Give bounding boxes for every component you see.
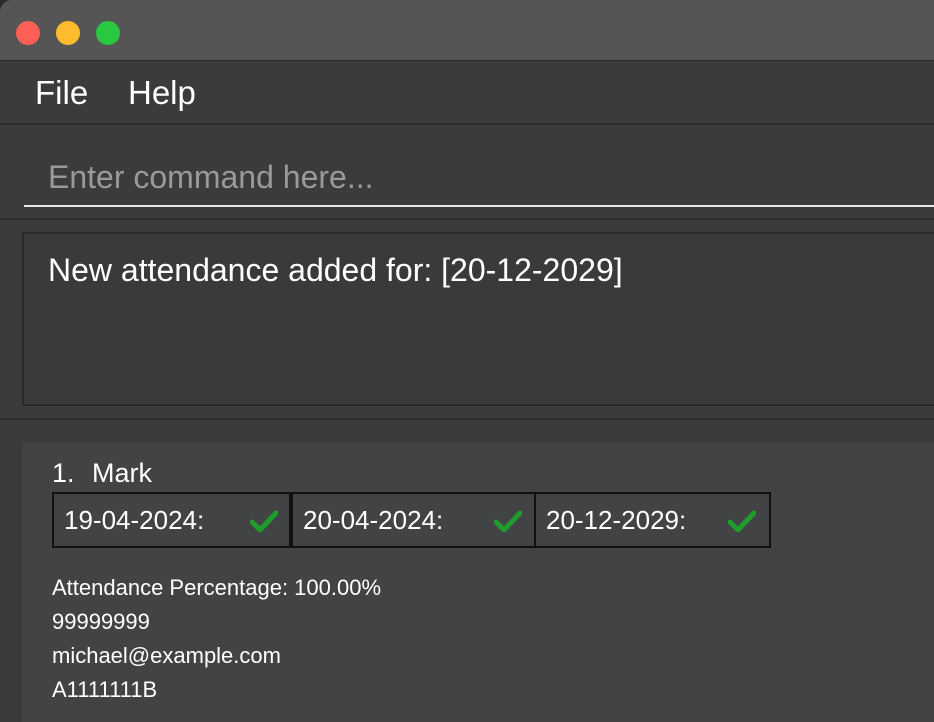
person-name: Mark bbox=[92, 458, 153, 488]
result-display: New attendance added for: [20-12-2029] bbox=[0, 220, 934, 420]
person-list[interactable]: 1. Mark 19-04-2024: 20-04-2024: 20-12-20… bbox=[0, 420, 934, 722]
person-header: 1. Mark bbox=[52, 456, 152, 490]
attendance-date: 20-12-2029: bbox=[546, 505, 687, 535]
command-input[interactable] bbox=[24, 149, 934, 207]
menu-bar: File Help bbox=[0, 61, 934, 125]
person-student-id: A1111111B bbox=[52, 677, 158, 702]
person-card[interactable]: 1. Mark 19-04-2024: 20-04-2024: 20-12-20… bbox=[22, 442, 934, 722]
menu-file[interactable]: File bbox=[35, 74, 88, 112]
close-icon[interactable] bbox=[16, 21, 40, 45]
title-bar[interactable] bbox=[0, 0, 934, 61]
attendance-cell: 20-04-2024: bbox=[291, 492, 536, 548]
attendance-cell: 20-12-2029: bbox=[534, 492, 771, 548]
check-icon bbox=[250, 510, 278, 532]
person-index: 1. bbox=[52, 458, 75, 488]
result-text-box[interactable]: New attendance added for: [20-12-2029] bbox=[22, 232, 934, 406]
person-phone: 99999999 bbox=[52, 609, 150, 634]
command-box bbox=[0, 125, 934, 220]
result-message: New attendance added for: [20-12-2029] bbox=[48, 252, 623, 288]
attendance-date: 20-04-2024: bbox=[303, 505, 444, 535]
attendance-cell: 19-04-2024: bbox=[52, 492, 291, 548]
maximize-icon[interactable] bbox=[96, 21, 120, 45]
person-email: michael@example.com bbox=[52, 643, 281, 668]
menu-help[interactable]: Help bbox=[128, 74, 196, 112]
attendance-date: 19-04-2024: bbox=[64, 505, 205, 535]
check-icon bbox=[728, 510, 756, 532]
check-icon bbox=[494, 510, 522, 532]
app-window: File Help New attendance added for: [20-… bbox=[0, 0, 934, 722]
minimize-icon[interactable] bbox=[56, 21, 80, 45]
attendance-percentage: Attendance Percentage: 100.00% bbox=[52, 575, 382, 600]
